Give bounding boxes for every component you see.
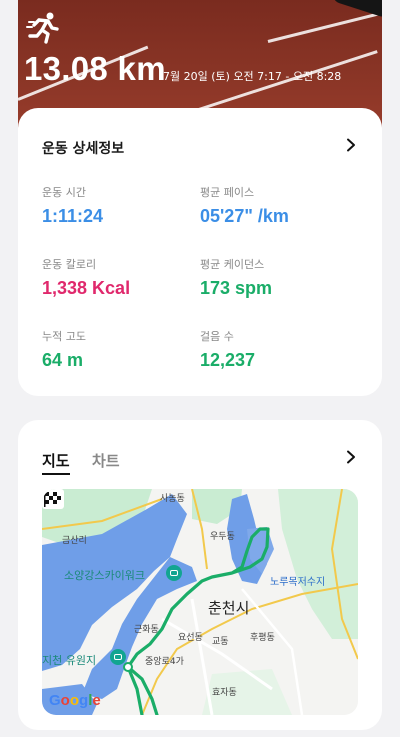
photo-spot-icon[interactable]: [110, 649, 126, 665]
map-label-geumsanri: 금산리: [62, 536, 87, 546]
tab-map[interactable]: 지도: [42, 450, 70, 475]
stat-average-pace: 평균 페이스 05'27" /km: [200, 184, 289, 227]
route-card: 지도 차트 사농동 금산리 우두동 소양강스카이워크 노루목저수지 춘천시 근화…: [18, 420, 382, 730]
workout-distance: 13.08 km: [24, 50, 166, 87]
map-label-gyodong: 교동: [212, 637, 229, 647]
chevron-right-icon[interactable]: [344, 138, 358, 152]
running-person-icon: [26, 12, 59, 44]
stat-label: 누적 고도: [42, 330, 86, 343]
route-map[interactable]: 사농동 금산리 우두동 소양강스카이워크 노루목저수지 춘천시 근화동 요선동 …: [42, 489, 358, 715]
stat-value: 173 spm: [200, 278, 273, 298]
stat-calories: 운동 칼로리 1,338 Kcal: [42, 256, 130, 299]
map-canvas: [42, 489, 358, 715]
google-logo: Google: [49, 692, 101, 709]
workout-date-range: 7월 20일 (토) 오전 7:17 - 오전 8:28: [163, 70, 342, 83]
finish-flag-icon: [42, 489, 64, 509]
map-label-ududong: 우두동: [210, 532, 235, 542]
map-label-noru-reservoir: 노루목저수지: [270, 577, 326, 588]
map-label-hyojadong: 효자동: [212, 688, 237, 698]
map-label-hupyeongdong: 후평동: [250, 633, 275, 643]
chevron-right-icon[interactable]: [344, 450, 358, 464]
photo-spot-icon[interactable]: [166, 565, 182, 581]
stat-label: 평균 케이던스: [200, 258, 265, 271]
stat-label: 운동 시간: [42, 186, 86, 199]
stat-workout-time: 운동 시간 1:11:24: [42, 184, 103, 227]
stat-cadence: 평균 케이던스 173 spm: [200, 256, 272, 299]
stat-label: 평균 페이스: [200, 186, 255, 199]
tab-chart[interactable]: 차트: [92, 450, 120, 471]
stat-value: 1:11:24: [42, 206, 104, 226]
stat-value: 1,338 Kcal: [42, 278, 131, 298]
workout-detail-card[interactable]: 운동 상세정보 운동 시간 1:11:24 평균 페이스 05'27" /km …: [18, 108, 382, 396]
map-label-jicheon: 지천 유원지: [42, 654, 97, 667]
stat-value: 05'27" /km: [200, 206, 289, 226]
stat-elevation: 누적 고도 64 m: [42, 328, 86, 371]
stat-steps: 걸음 수 12,237: [200, 328, 255, 371]
map-label-geunhwadong: 근화동: [134, 625, 159, 635]
detail-card-title: 운동 상세정보: [42, 141, 125, 157]
map-label-yosundong: 요선동: [178, 633, 203, 643]
stat-value: 12,237: [200, 350, 256, 370]
stat-label: 운동 칼로리: [42, 258, 97, 271]
map-label-chuncheon: 춘천시: [208, 599, 250, 617]
map-label-skywalk: 소양강스카이워크: [64, 569, 145, 582]
map-label-sanongdong: 사농동: [160, 494, 185, 504]
stat-label: 걸음 수: [200, 330, 234, 343]
stat-value: 64 m: [42, 350, 84, 370]
map-label-jungangro: 중앙로4가: [145, 657, 184, 667]
